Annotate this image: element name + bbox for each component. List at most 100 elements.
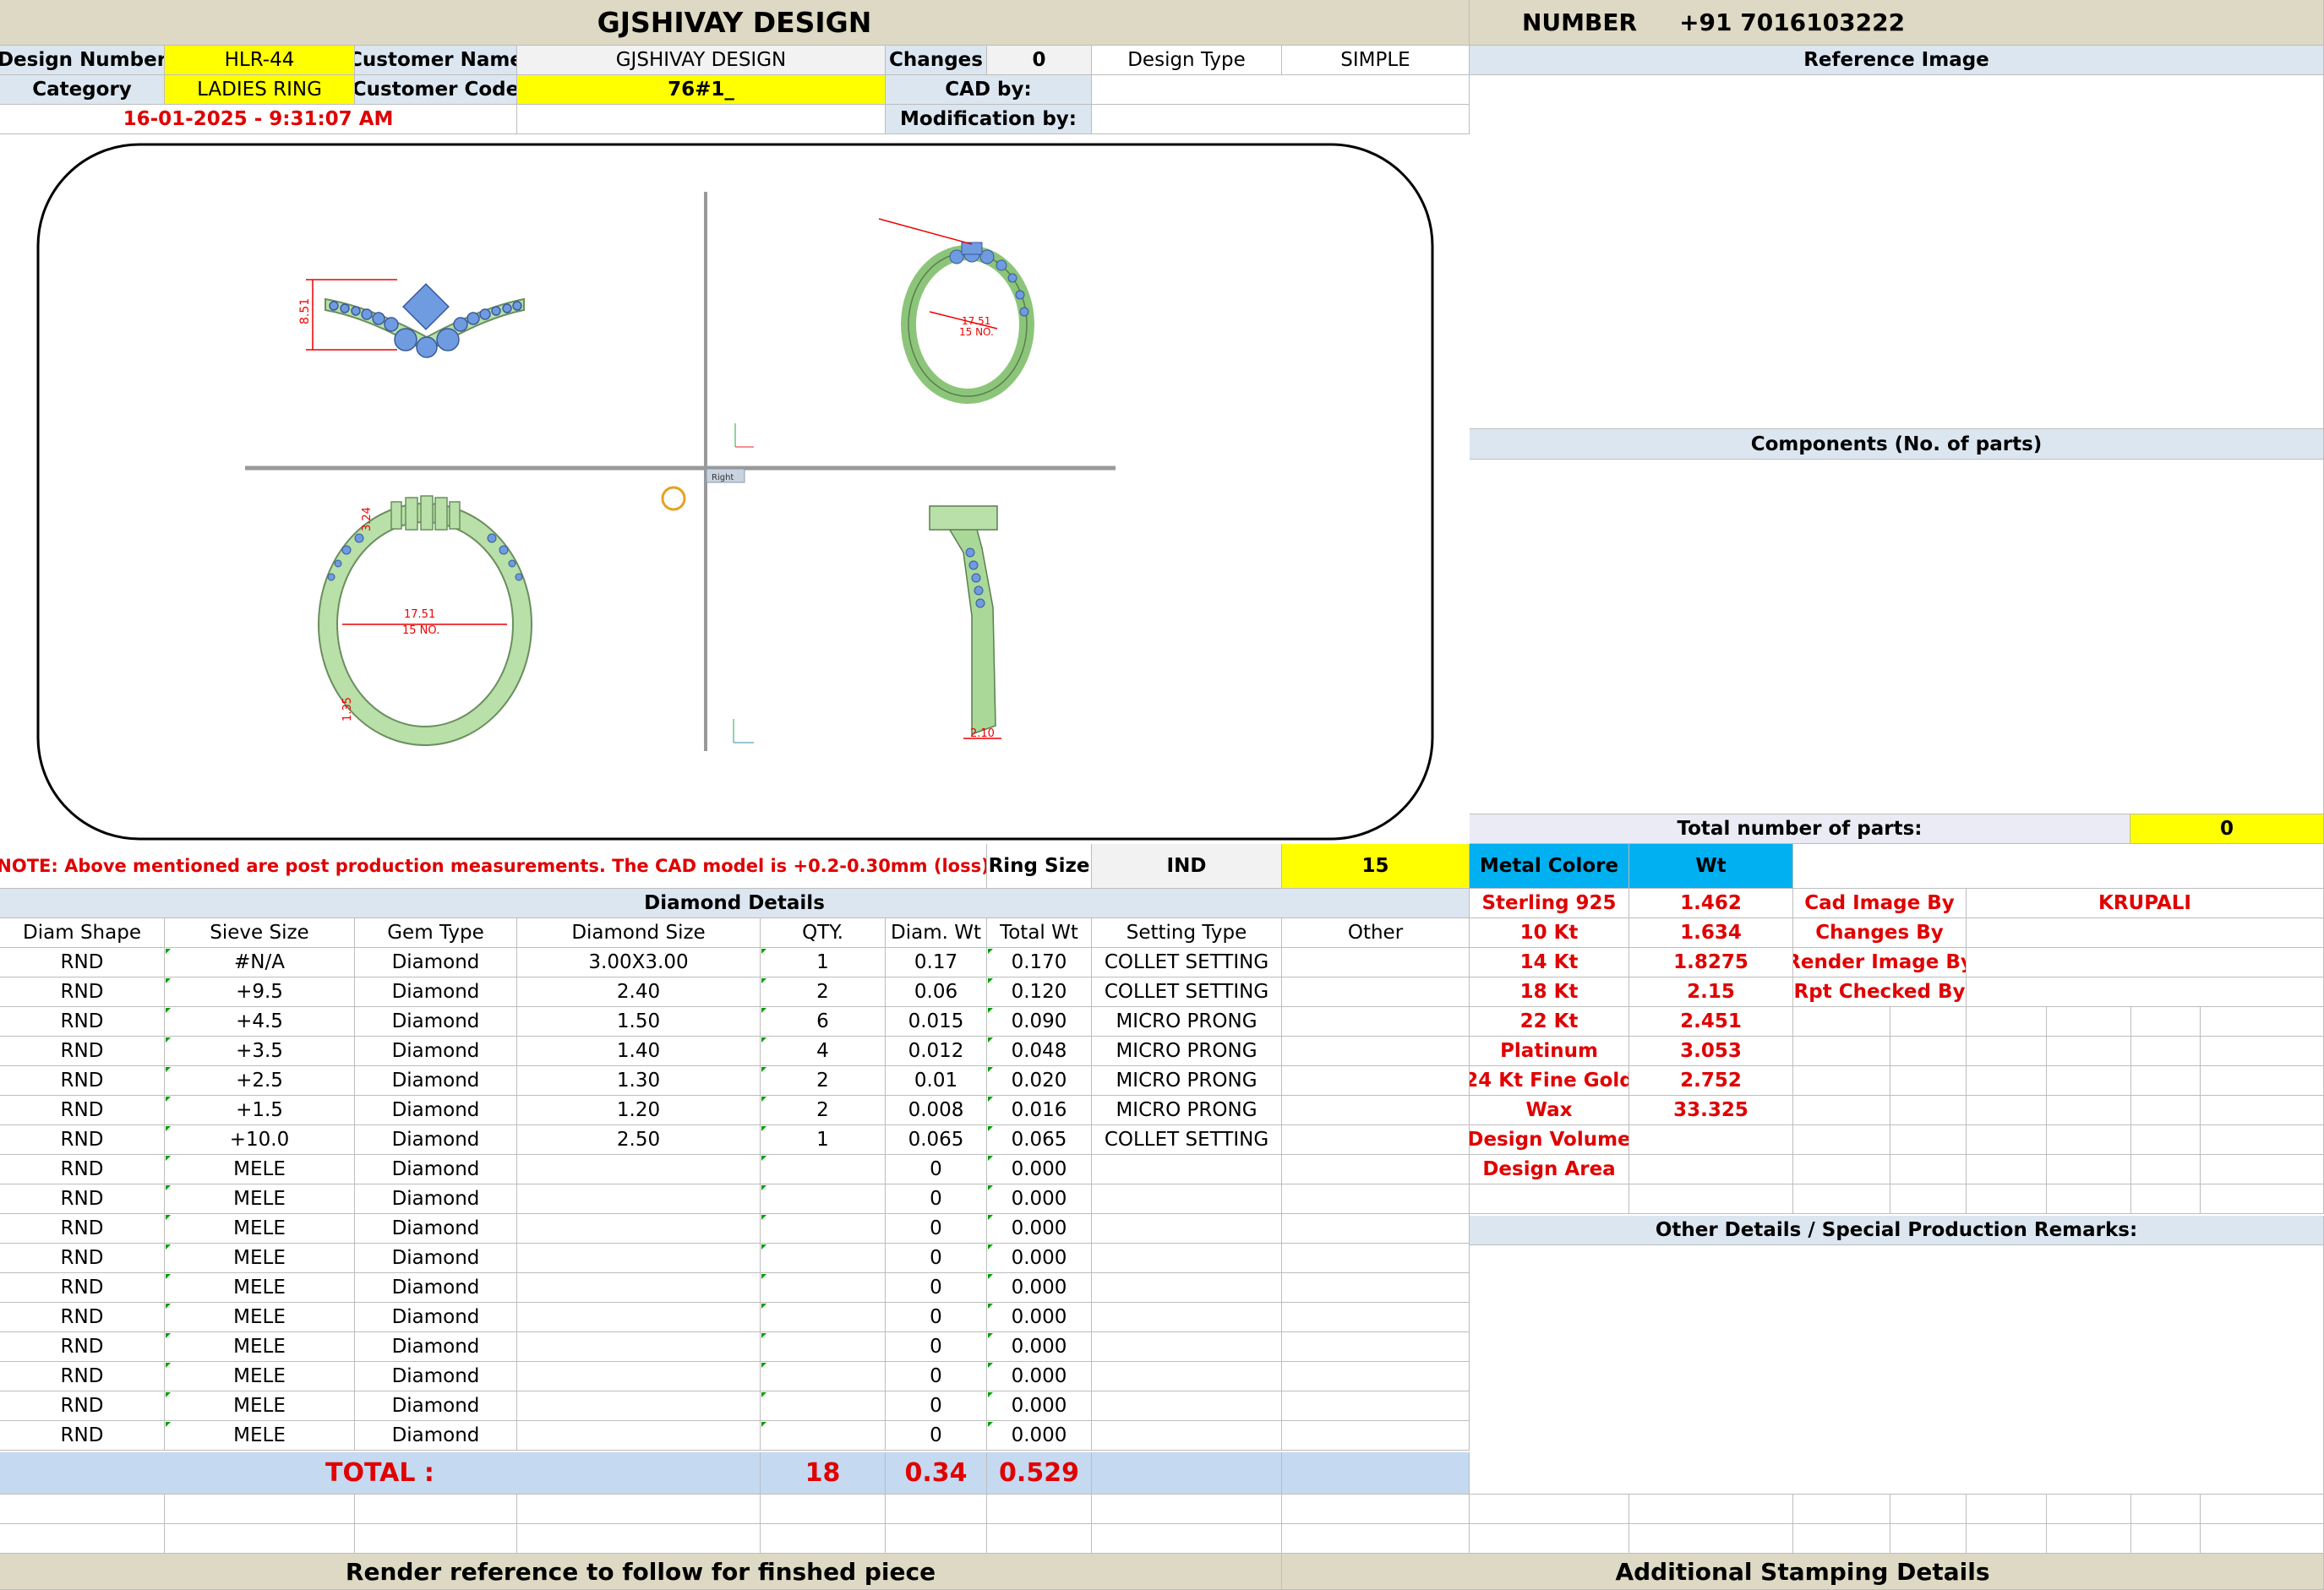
diamond-cell[interactable]	[1092, 1155, 1282, 1184]
customer-code-value[interactable]: 76#1_	[517, 75, 886, 105]
diamond-cell[interactable]	[761, 1303, 886, 1332]
diamond-cell[interactable]: 2	[761, 1066, 886, 1096]
diamond-cell[interactable]: +3.5	[165, 1037, 355, 1066]
metal-weight[interactable]: 1.462	[1629, 889, 1793, 918]
ring-size-value[interactable]: 15	[1282, 844, 1470, 889]
diamond-cell[interactable]: 0.000	[987, 1244, 1092, 1273]
diamond-cell[interactable]: 0.000	[987, 1332, 1092, 1362]
metal-weight[interactable]: 2.451	[1629, 1007, 1793, 1037]
diamond-cell[interactable]	[1282, 1096, 1470, 1125]
diamond-cell[interactable]	[517, 1332, 761, 1362]
diamond-cell[interactable]: RND	[0, 977, 165, 1007]
diamond-cell[interactable]	[1282, 1332, 1470, 1362]
metal-weight[interactable]: 1.634	[1629, 918, 1793, 948]
diamond-cell[interactable]: Diamond	[355, 1421, 517, 1451]
diamond-cell[interactable]: 0.008	[886, 1096, 987, 1125]
diamond-cell[interactable]	[1282, 1037, 1470, 1066]
diamond-cell[interactable]: 0.090	[987, 1007, 1092, 1037]
design-type-value[interactable]: SIMPLE	[1282, 46, 1470, 75]
diamond-cell[interactable]	[1282, 1007, 1470, 1037]
diamond-cell[interactable]: 0	[886, 1244, 987, 1273]
diamond-cell[interactable]: RND	[0, 1125, 165, 1155]
diamond-cell[interactable]	[1282, 1184, 1470, 1214]
diamond-cell[interactable]	[1282, 1155, 1470, 1184]
diamond-cell[interactable]: +1.5	[165, 1096, 355, 1125]
metal-weight[interactable]: 2.15	[1629, 977, 1793, 1007]
diamond-cell[interactable]	[1282, 1244, 1470, 1273]
diamond-cell[interactable]: 0	[886, 1155, 987, 1184]
diamond-cell[interactable]: 0	[886, 1421, 987, 1451]
diamond-cell[interactable]	[517, 1244, 761, 1273]
diamond-cell[interactable]: #N/A	[165, 948, 355, 977]
diamond-cell[interactable]	[1282, 1066, 1470, 1096]
other-details-area[interactable]	[1470, 1245, 2324, 1495]
diamond-cell[interactable]: +2.5	[165, 1066, 355, 1096]
diamond-cell[interactable]: Diamond	[355, 1362, 517, 1391]
diamond-cell[interactable]	[1092, 1421, 1282, 1451]
diamond-cell[interactable]: 0.17	[886, 948, 987, 977]
diamond-cell[interactable]: 0.000	[987, 1303, 1092, 1332]
diamond-cell[interactable]: Diamond	[355, 948, 517, 977]
diamond-cell[interactable]: 1.50	[517, 1007, 761, 1037]
diamond-cell[interactable]: Diamond	[355, 1332, 517, 1362]
diamond-cell[interactable]: 3.00X3.00	[517, 948, 761, 977]
diamond-cell[interactable]: RND	[0, 1303, 165, 1332]
diamond-cell[interactable]: 0.000	[987, 1184, 1092, 1214]
diamond-cell[interactable]: RND	[0, 1096, 165, 1125]
diamond-cell[interactable]	[761, 1244, 886, 1273]
diamond-cell[interactable]: RND	[0, 1362, 165, 1391]
diamond-cell[interactable]	[517, 1362, 761, 1391]
credit-value[interactable]	[1967, 918, 2324, 948]
diamond-cell[interactable]: Diamond	[355, 977, 517, 1007]
diamond-cell[interactable]: RND	[0, 1332, 165, 1362]
diamond-cell[interactable]: RND	[0, 1007, 165, 1037]
cad-by-value[interactable]	[1092, 75, 1470, 105]
diamond-cell[interactable]: 0	[886, 1273, 987, 1303]
diamond-cell[interactable]	[1282, 1273, 1470, 1303]
diamond-cell[interactable]	[517, 1303, 761, 1332]
diamond-cell[interactable]: 1.20	[517, 1096, 761, 1125]
diamond-cell[interactable]: MICRO PRONG	[1092, 1007, 1282, 1037]
metal-weight[interactable]: 3.053	[1629, 1037, 1793, 1066]
diamond-cell[interactable]	[517, 1273, 761, 1303]
diamond-cell[interactable]: RND	[0, 1037, 165, 1066]
diamond-cell[interactable]: 0.000	[987, 1421, 1092, 1451]
diamond-cell[interactable]: 0.015	[886, 1007, 987, 1037]
diamond-cell[interactable]	[517, 1184, 761, 1214]
diamond-cell[interactable]	[761, 1214, 886, 1244]
metal-weight[interactable]: 33.325	[1629, 1096, 1793, 1125]
diamond-cell[interactable]	[1282, 1125, 1470, 1155]
diamond-cell[interactable]: MICRO PRONG	[1092, 1066, 1282, 1096]
diamond-cell[interactable]: RND	[0, 1155, 165, 1184]
diamond-cell[interactable]: Diamond	[355, 1155, 517, 1184]
modification-by-value[interactable]	[1092, 105, 1470, 134]
credit-value[interactable]: KRUPALI	[1967, 889, 2324, 918]
diamond-cell[interactable]: MELE	[165, 1362, 355, 1391]
diamond-cell[interactable]: 0.170	[987, 948, 1092, 977]
diamond-cell[interactable]: 0.000	[987, 1214, 1092, 1244]
diamond-cell[interactable]: MELE	[165, 1244, 355, 1273]
diamond-cell[interactable]: RND	[0, 1214, 165, 1244]
diamond-cell[interactable]: MELE	[165, 1421, 355, 1451]
diamond-cell[interactable]: 0.01	[886, 1066, 987, 1096]
diamond-cell[interactable]: 0.020	[987, 1066, 1092, 1096]
diamond-cell[interactable]	[1092, 1184, 1282, 1214]
diamond-cell[interactable]: MICRO PRONG	[1092, 1037, 1282, 1066]
diamond-cell[interactable]	[1282, 1421, 1470, 1451]
diamond-cell[interactable]	[1282, 948, 1470, 977]
diamond-cell[interactable]	[1092, 1273, 1282, 1303]
diamond-cell[interactable]	[1282, 1391, 1470, 1421]
diamond-cell[interactable]: 1	[761, 948, 886, 977]
changes-value[interactable]: 0	[987, 46, 1092, 75]
diamond-cell[interactable]: Diamond	[355, 1125, 517, 1155]
diamond-cell[interactable]: 0.065	[987, 1125, 1092, 1155]
diamond-cell[interactable]: RND	[0, 1273, 165, 1303]
diamond-cell[interactable]: 0	[886, 1184, 987, 1214]
diamond-cell[interactable]	[517, 1155, 761, 1184]
diamond-cell[interactable]: 0	[886, 1362, 987, 1391]
diamond-cell[interactable]: Diamond	[355, 1303, 517, 1332]
diamond-cell[interactable]: 0.06	[886, 977, 987, 1007]
diamond-cell[interactable]: Diamond	[355, 1066, 517, 1096]
diamond-cell[interactable]: 0.000	[987, 1273, 1092, 1303]
diamond-cell[interactable]: 0.000	[987, 1155, 1092, 1184]
